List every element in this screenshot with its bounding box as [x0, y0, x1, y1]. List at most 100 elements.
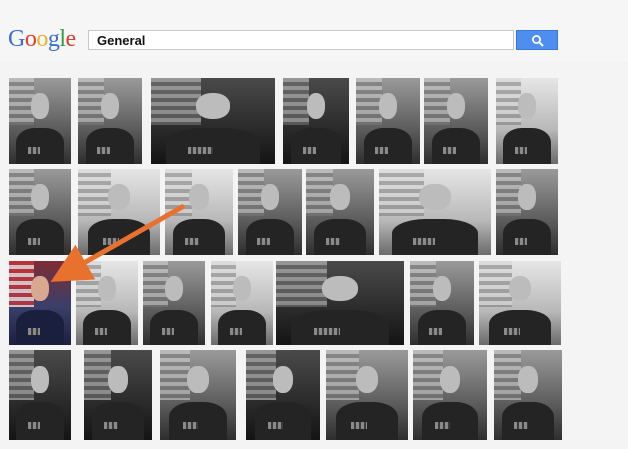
- photo-head: [98, 276, 116, 302]
- photo-body: [173, 218, 225, 255]
- photo-body: [16, 309, 64, 345]
- photo-body: [218, 309, 266, 345]
- image-result[interactable]: [326, 350, 408, 440]
- photo-flag: [496, 169, 521, 217]
- image-result[interactable]: [84, 350, 152, 440]
- photo-flag: [211, 261, 236, 308]
- photo-body: [503, 218, 551, 255]
- photo-medals: [161, 328, 174, 335]
- photo-body: [87, 218, 151, 255]
- photo-head: [447, 93, 465, 120]
- image-result[interactable]: [9, 350, 71, 440]
- photo-body: [254, 402, 312, 440]
- photo-head: [31, 276, 49, 302]
- photo-body: [503, 127, 551, 164]
- photo-body: [363, 127, 413, 164]
- photo-flag: [496, 78, 521, 126]
- photo-body: [92, 402, 144, 440]
- photo-medals: [268, 422, 283, 430]
- photo-head: [195, 93, 231, 120]
- photo-body: [169, 402, 227, 440]
- image-result[interactable]: [9, 169, 71, 255]
- photo-medals: [229, 328, 242, 335]
- image-result[interactable]: [165, 169, 233, 255]
- photo-head: [108, 366, 128, 394]
- image-result[interactable]: [410, 261, 474, 345]
- photo-medals: [27, 328, 40, 335]
- image-result[interactable]: [211, 261, 273, 345]
- image-result[interactable]: [496, 78, 558, 164]
- image-result[interactable]: [306, 169, 374, 255]
- photo-flag: [76, 261, 101, 308]
- photo-head: [31, 93, 49, 120]
- photo-flag: [276, 261, 328, 308]
- photo-flag: [9, 78, 34, 126]
- image-result[interactable]: [424, 78, 488, 164]
- image-result[interactable]: [143, 261, 205, 345]
- photo-head: [272, 366, 294, 394]
- image-result[interactable]: [78, 78, 142, 164]
- image-result[interactable]: [9, 78, 71, 164]
- photo-flag: [246, 350, 276, 400]
- image-result[interactable]: [283, 78, 349, 164]
- photo-body: [502, 402, 554, 440]
- photo-body: [16, 402, 64, 440]
- photo-medals: [350, 422, 367, 430]
- photo-medals: [314, 328, 340, 335]
- photo-flag: [238, 169, 264, 217]
- photo-head: [439, 366, 461, 394]
- image-result[interactable]: [356, 78, 420, 164]
- photo-medals: [182, 422, 198, 430]
- photo-body: [16, 218, 64, 255]
- image-result[interactable]: [379, 169, 491, 255]
- photo-medals: [514, 237, 527, 245]
- photo-flag: [379, 169, 424, 217]
- photo-medals: [326, 237, 340, 245]
- photo-flag: [479, 261, 512, 308]
- photo-body: [16, 127, 64, 164]
- photo-head: [322, 276, 358, 302]
- image-result[interactable]: [160, 350, 236, 440]
- photo-head: [419, 184, 451, 211]
- image-result[interactable]: [479, 261, 561, 345]
- photo-head: [187, 366, 209, 394]
- photo-flag: [165, 169, 193, 217]
- photo-medals: [185, 237, 199, 245]
- photo-body: [245, 218, 295, 255]
- image-result[interactable]: [494, 350, 562, 440]
- photo-flag: [326, 350, 359, 400]
- photo-medals: [94, 328, 107, 335]
- photo-body: [83, 309, 131, 345]
- photo-body: [314, 218, 366, 255]
- image-result[interactable]: [246, 350, 320, 440]
- photo-flag: [143, 261, 168, 308]
- image-result[interactable]: [151, 78, 275, 164]
- highlighted-image-result[interactable]: [9, 261, 71, 345]
- image-result[interactable]: [413, 350, 487, 440]
- photo-medals: [188, 146, 213, 154]
- image-result[interactable]: [276, 261, 404, 345]
- photo-head: [433, 276, 451, 302]
- photo-flag: [78, 78, 104, 126]
- photo-body: [291, 309, 389, 345]
- photo-head: [518, 184, 536, 211]
- photo-flag: [9, 261, 34, 308]
- photo-flag: [9, 169, 34, 217]
- photo-medals: [435, 422, 450, 430]
- photo-medals: [257, 237, 270, 245]
- photo-body: [290, 127, 342, 164]
- photo-body: [488, 309, 552, 345]
- photo-flag: [413, 350, 443, 400]
- photo-head: [101, 93, 119, 120]
- photo-medals: [102, 237, 119, 245]
- photo-head: [306, 93, 326, 120]
- image-result[interactable]: [238, 169, 302, 255]
- image-result[interactable]: [76, 261, 138, 345]
- image-result[interactable]: [78, 169, 160, 255]
- photo-flag: [283, 78, 310, 126]
- photo-flag: [9, 350, 34, 400]
- photo-medals: [375, 146, 388, 154]
- photo-head: [261, 184, 279, 211]
- image-result[interactable]: [496, 169, 558, 255]
- photo-medals: [412, 237, 435, 245]
